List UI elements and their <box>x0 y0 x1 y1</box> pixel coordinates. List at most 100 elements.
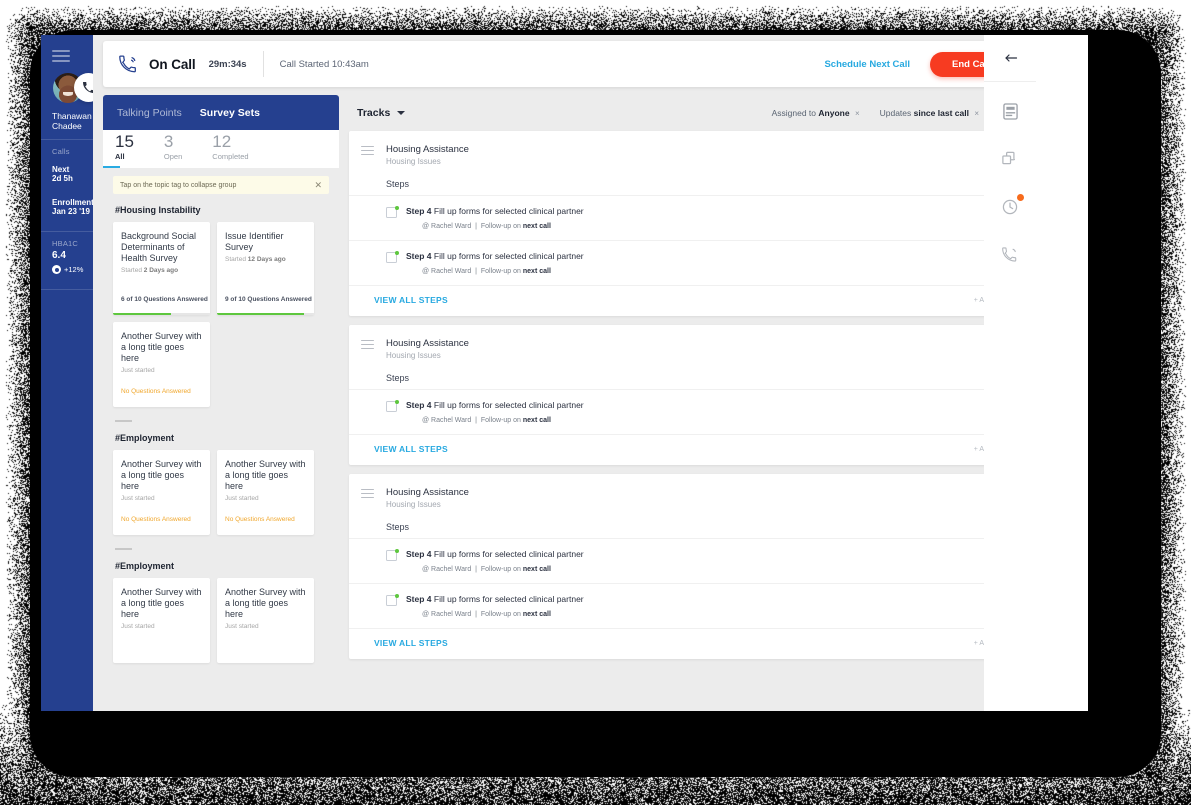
step-checkbox[interactable] <box>386 595 397 606</box>
tab-survey-sets[interactable]: Survey Sets <box>200 107 260 119</box>
step-checkbox[interactable] <box>386 252 397 263</box>
tablet-screen: Thanawan Chadee Calls Next 2d 5h Enrollm… <box>41 35 1088 711</box>
track-step[interactable]: Step 4 Fill up forms for selected clinic… <box>349 538 1026 583</box>
schedule-next-call-link[interactable]: Schedule Next Call <box>824 59 910 70</box>
step-text: Step 4 Fill up forms for selected clinic… <box>406 594 584 604</box>
sidebar-value-enrollment: Jan 23 '19 <box>52 207 90 217</box>
divider <box>263 51 264 77</box>
step-text: Step 4 Fill up forms for selected clinic… <box>406 400 584 410</box>
step-followup-value: next call <box>523 566 551 573</box>
survey-card[interactable]: Another Survey with a long title goes he… <box>113 450 210 535</box>
phone-ring-icon <box>119 55 138 74</box>
survey-card-started: Started 12 Days ago <box>217 253 314 263</box>
count-tab-open[interactable]: 3 Open <box>164 133 182 168</box>
tab-talking-points[interactable]: Talking Points <box>117 107 182 119</box>
survey-card-title: Issue Identifier Survey <box>217 222 314 253</box>
survey-card-started: Just started <box>113 620 210 630</box>
hamburger-icon[interactable] <box>52 50 70 62</box>
track-step[interactable]: Step 4 Fill up forms for selected clinic… <box>349 240 1026 285</box>
step-meta: @ Rachel Ward | Follow-up on next call <box>422 417 584 424</box>
survey-card-title: Another Survey with a long title goes he… <box>113 450 210 492</box>
track-card[interactable]: Housing AssistanceHousing Issues2StepsSt… <box>349 325 1026 465</box>
survey-card[interactable]: Another Survey with a long title goes he… <box>113 322 210 407</box>
track-step[interactable]: Step 4 Fill up forms for selected clinic… <box>349 195 1026 240</box>
survey-card-status: No Questions Answered <box>225 516 295 524</box>
step-followup-value: next call <box>523 223 551 230</box>
survey-card[interactable]: Another Survey with a long title goes he… <box>113 578 210 663</box>
tracks-column: Tracks Assigned to Anyone × Updates sinc… <box>349 95 1026 711</box>
step-checkbox[interactable] <box>386 207 397 218</box>
survey-group-title[interactable]: #Housing Instability <box>115 205 338 215</box>
survey-card-started: Just started <box>217 492 314 502</box>
step-description: Fill up forms for selected clinical part… <box>434 400 584 410</box>
steps-label: Steps <box>386 179 1026 189</box>
survey-card-title: Another Survey with a long title goes he… <box>217 450 314 492</box>
step-meta-divider: | <box>475 611 477 618</box>
survey-card-status: 9 of 10 Questions Answered <box>225 296 312 304</box>
tracks-filters: Assigned to Anyone × Updates since last … <box>772 107 1020 119</box>
step-assignee: @ Rachel Ward <box>422 268 471 275</box>
survey-card-started: Just started <box>113 364 210 374</box>
phone-call-icon[interactable] <box>984 236 1036 274</box>
step-followup-prefix: Follow-up on <box>481 417 521 424</box>
close-icon[interactable]: × <box>974 109 979 118</box>
count-tab-completed[interactable]: 12 Completed <box>212 133 248 168</box>
filter-chip-assigned[interactable]: Assigned to Anyone × <box>772 108 860 118</box>
patient-sidebar: Thanawan Chadee Calls Next 2d 5h Enrollm… <box>41 35 93 711</box>
track-title: Housing Assistance <box>386 338 469 349</box>
collapse-left-icon[interactable] <box>984 35 1036 82</box>
step-followup-value: next call <box>523 611 551 618</box>
call-timer: 29m:34s <box>209 59 247 70</box>
drag-handle-icon[interactable] <box>361 489 374 501</box>
step-description: Fill up forms for selected clinical part… <box>434 251 584 261</box>
survey-card[interactable]: Issue Identifier Survey Started 12 Days a… <box>217 222 314 315</box>
survey-card-started-prefix: Just started <box>121 623 155 630</box>
step-assignee: @ Rachel Ward <box>422 566 471 573</box>
vital-value: 6.4 <box>52 250 66 261</box>
step-followup-prefix: Follow-up on <box>481 566 521 573</box>
sidebar-value-next: 2d 5h <box>52 174 73 184</box>
sidebar-label-calls: Calls <box>52 147 70 156</box>
count-tab-all[interactable]: 15 All <box>115 133 134 168</box>
survey-card-started-value: 12 Days ago <box>248 256 286 263</box>
count-completed-value: 12 <box>212 133 248 150</box>
survey-card[interactable]: Another Survey with a long title goes he… <box>217 578 314 663</box>
survey-group-title[interactable]: #Employment <box>115 561 338 571</box>
view-all-steps-link[interactable]: VIEW ALL STEPS <box>374 444 448 454</box>
step-text: Step 4 Fill up forms for selected clinic… <box>406 549 584 559</box>
survey-card-started-value: 2 Days ago <box>144 267 178 274</box>
count-completed-label: Completed <box>212 152 248 161</box>
step-description: Fill up forms for selected clinical part… <box>434 206 584 216</box>
chevron-down-icon[interactable] <box>397 111 405 115</box>
view-all-steps-link[interactable]: VIEW ALL STEPS <box>374 295 448 305</box>
close-icon[interactable]: ✕ <box>314 181 322 190</box>
filter-chip-updates[interactable]: Updates since last call × <box>880 108 979 118</box>
drag-handle-icon[interactable] <box>361 146 374 158</box>
step-assignee: @ Rachel Ward <box>422 223 471 230</box>
close-icon[interactable]: × <box>855 109 860 118</box>
track-step[interactable]: Step 4 Fill up forms for selected clinic… <box>349 583 1026 628</box>
notes-card-icon[interactable] <box>984 92 1036 130</box>
survey-card[interactable]: Another Survey with a long title goes he… <box>217 450 314 535</box>
survey-card-started: Just started <box>217 620 314 630</box>
track-card-footer: VIEW ALL STEPS+ Add a Step <box>349 285 1026 316</box>
drag-handle-icon[interactable] <box>361 340 374 352</box>
step-label: Step 4 <box>406 400 432 410</box>
count-open-value: 3 <box>164 133 182 150</box>
vital-label: HBA1C <box>52 239 78 248</box>
survey-card-status: No Questions Answered <box>121 516 191 524</box>
view-all-steps-link[interactable]: VIEW ALL STEPS <box>374 638 448 648</box>
count-all-label: All <box>115 152 134 161</box>
track-card[interactable]: Housing AssistanceHousing Issues1StepsSt… <box>349 131 1026 316</box>
track-step[interactable]: Step 4 Fill up forms for selected clinic… <box>349 389 1026 434</box>
track-subtitle: Housing Issues <box>386 351 469 360</box>
patient-name: Thanawan Chadee <box>52 111 92 131</box>
step-checkbox[interactable] <box>386 550 397 561</box>
survey-card[interactable]: Background Social Determinants of Health… <box>113 222 210 315</box>
step-checkbox[interactable] <box>386 401 397 412</box>
track-card-header: Housing AssistanceHousing Issues2 <box>349 325 1026 360</box>
layers-copy-icon[interactable] <box>984 140 1036 178</box>
clock-history-icon[interactable] <box>984 188 1036 226</box>
survey-group-title[interactable]: #Employment <box>115 433 338 443</box>
track-card[interactable]: Housing AssistanceHousing Issues3StepsSt… <box>349 474 1026 659</box>
